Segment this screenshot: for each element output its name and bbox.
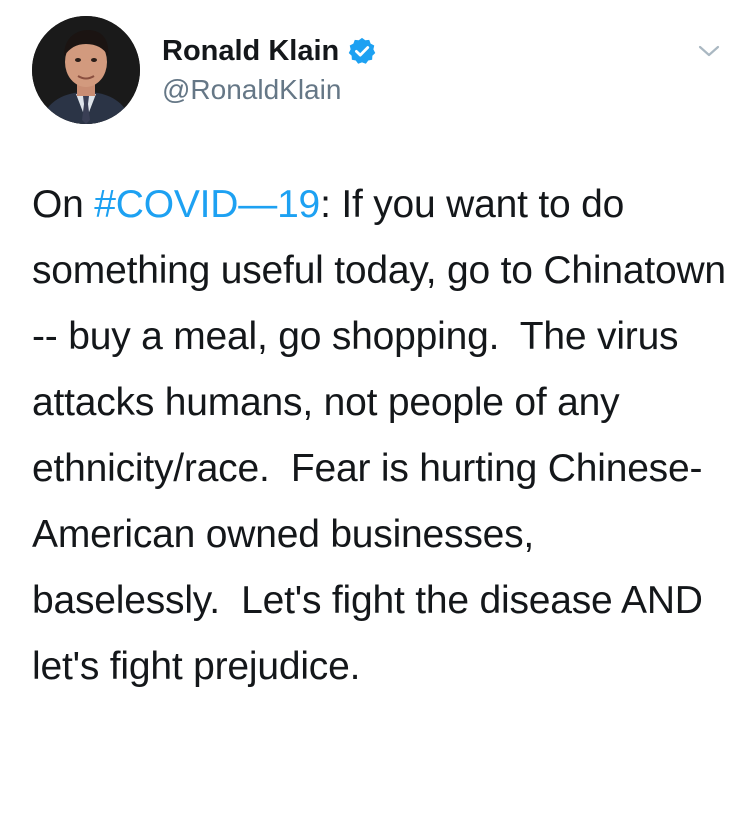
display-name-row: Ronald Klain	[162, 32, 377, 70]
author-names: Ronald Klain @RonaldKlain	[162, 32, 377, 108]
tweet-header: Ronald Klain @RonaldKlain	[32, 16, 722, 126]
tweet-text-prefix: On	[32, 183, 95, 226]
avatar[interactable]	[32, 16, 140, 124]
tweet-card[interactable]: Ronald Klain @RonaldKlain On #COVID—19: …	[0, 0, 750, 826]
chevron-down-icon[interactable]	[696, 38, 722, 64]
display-name[interactable]: Ronald Klain	[162, 33, 339, 69]
user-handle[interactable]: @RonaldKlain	[162, 72, 377, 108]
verified-badge-icon	[347, 36, 377, 66]
tweet-text-body: : If you want to do something useful tod…	[32, 183, 737, 688]
tweet-text: On #COVID—19: If you want to do somethin…	[32, 172, 732, 700]
hashtag-link[interactable]: #COVID—19	[94, 183, 320, 226]
